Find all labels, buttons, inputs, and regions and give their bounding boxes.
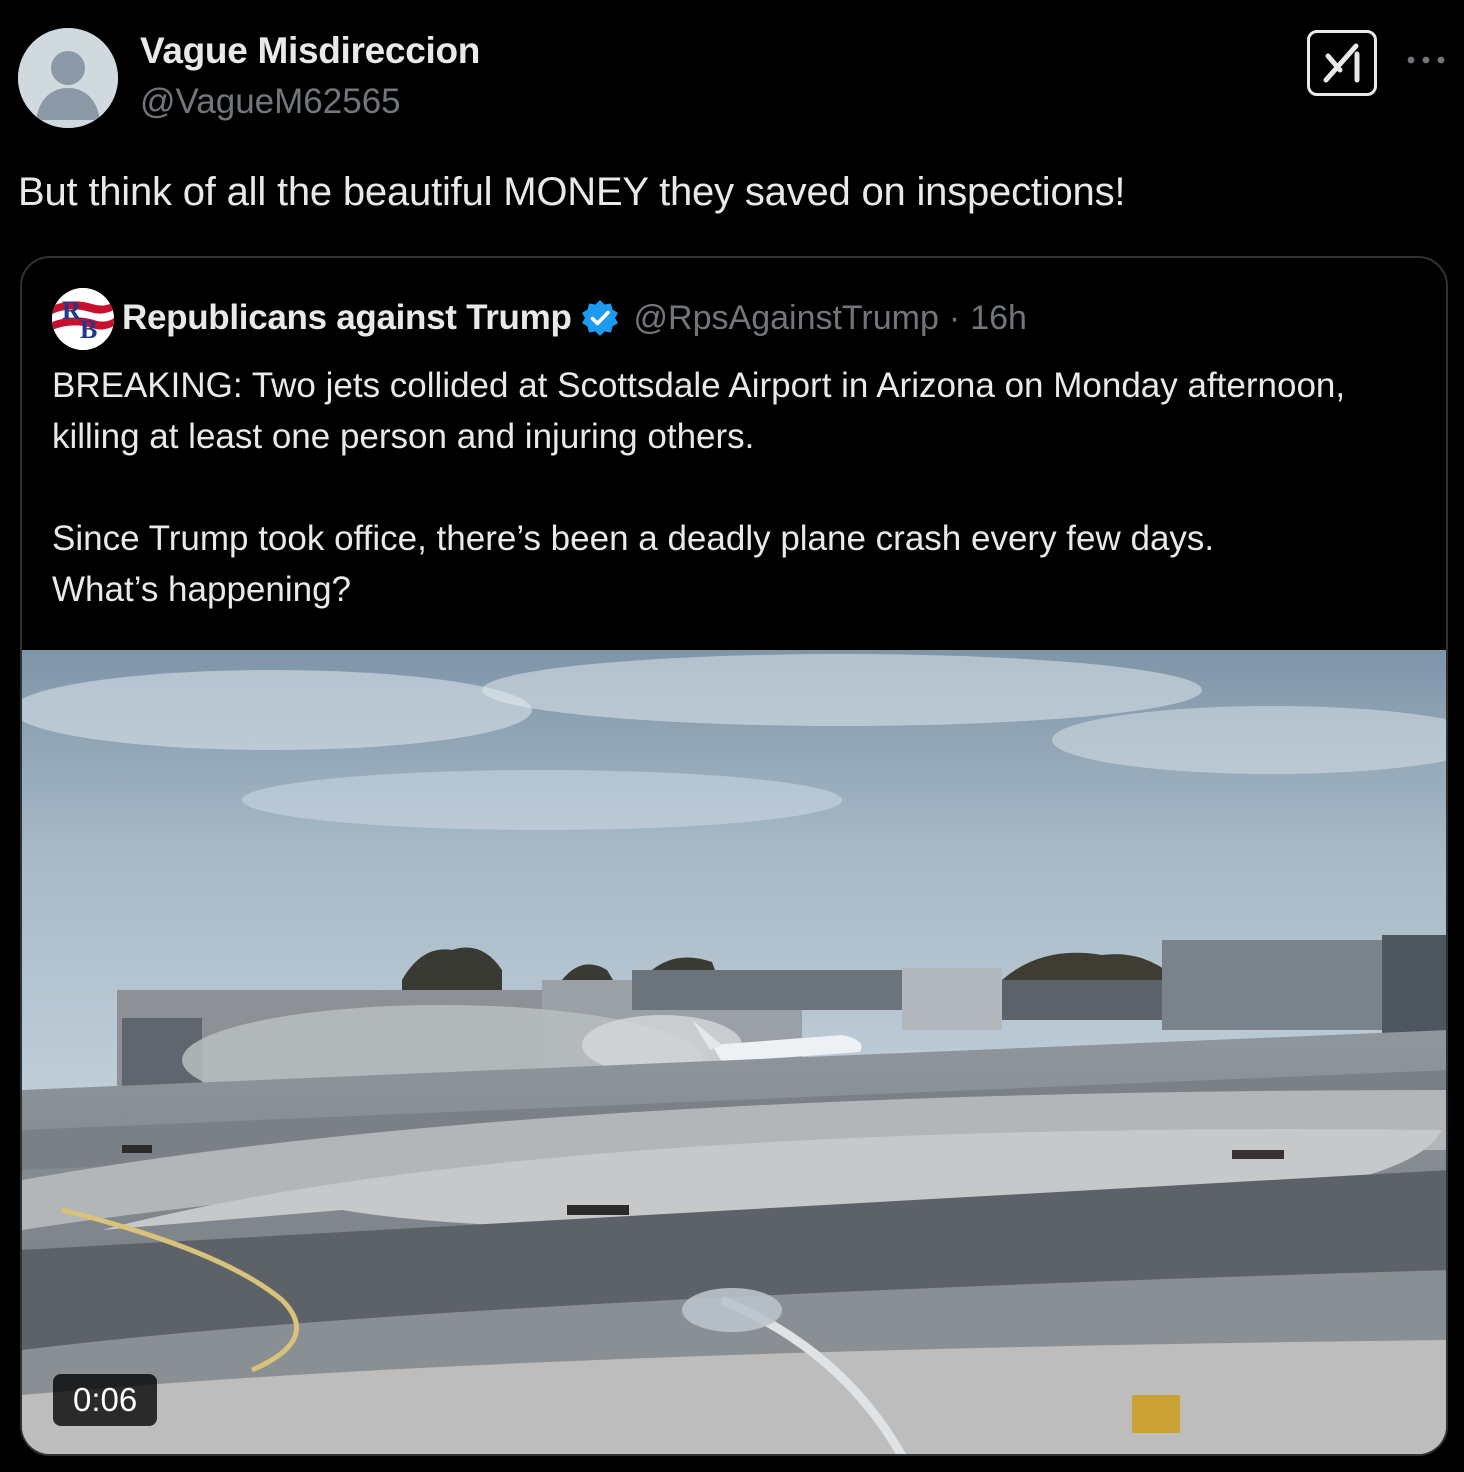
svg-text:R: R [62, 296, 81, 325]
more-button[interactable] [1404, 40, 1448, 80]
quoted-author-handle[interactable]: @RpsAgainstTrump [634, 299, 939, 338]
svg-text:B: B [80, 315, 97, 344]
republicans-against-trump-logo: R B [52, 288, 114, 350]
quoted-header: Republicans against Trump @RpsAgainstTru… [122, 296, 1027, 340]
video-thumbnail [22, 650, 1446, 1454]
quoted-text: BREAKING: Two jets collided at Scottsdal… [52, 360, 1422, 615]
video-player[interactable]: 0:06 [22, 650, 1446, 1454]
quoted-timestamp[interactable]: 16h [970, 299, 1027, 338]
quoted-author-name[interactable]: Republicans against Trump [122, 298, 572, 338]
quoted-paragraph-1: BREAKING: Two jets collided at Scottsdal… [52, 366, 1346, 456]
author-name[interactable]: Vague Misdireccion [140, 30, 480, 72]
quoted-avatar[interactable]: R B [52, 288, 114, 350]
verified-badge-icon[interactable] [580, 298, 620, 338]
avatar[interactable] [18, 28, 118, 128]
default-avatar-icon [18, 28, 118, 128]
header-separator: · [948, 298, 961, 337]
video-duration-badge: 0:06 [53, 1374, 158, 1426]
quoted-tweet[interactable]: R B Republicans against Trump @RpsAgains… [20, 256, 1448, 1456]
quoted-paragraph-2-line-1: Since Trump took office, there’s been a … [52, 519, 1215, 558]
grok-button[interactable] [1307, 30, 1377, 96]
grok-icon [1323, 43, 1360, 83]
tweet-text: But think of all the beautiful MONEY the… [18, 170, 1126, 214]
author-handle[interactable]: @VagueM62565 [140, 82, 401, 122]
more-icon [1407, 56, 1445, 64]
quoted-paragraph-2-line-2: What’s happening? [52, 570, 352, 609]
